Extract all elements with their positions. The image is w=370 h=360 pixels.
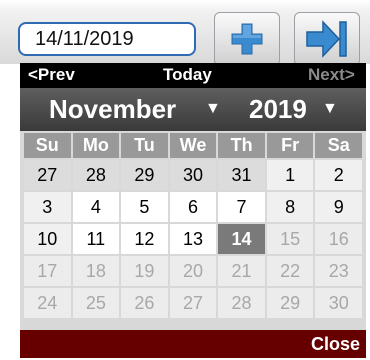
day-cell-disabled: 17 bbox=[24, 256, 71, 286]
day-cell-disabled: 16 bbox=[315, 224, 362, 254]
day-cell[interactable]: 12 bbox=[121, 224, 168, 254]
month-dropdown-arrow-icon[interactable]: ▼ bbox=[205, 100, 221, 118]
toolbar bbox=[0, 0, 370, 66]
day-grid: 27 28 29 30 31 1 2 3 4 5 6 7 8 9 10 11 1… bbox=[24, 160, 362, 318]
day-cell[interactable]: 8 bbox=[266, 192, 314, 222]
day-cell-selected[interactable]: 14 bbox=[218, 224, 265, 254]
day-cell-disabled: 20 bbox=[169, 256, 217, 286]
day-cell[interactable]: 3 bbox=[24, 192, 71, 222]
arrow-to-end-icon bbox=[305, 19, 349, 59]
weekday-fri: Fr bbox=[266, 133, 314, 158]
month-year-bar: November ▼ 2019 ▼ bbox=[20, 88, 366, 131]
day-cell-disabled: 18 bbox=[72, 256, 120, 286]
weekday-wed: We bbox=[169, 133, 217, 158]
next-month-link: Next> bbox=[308, 65, 355, 84]
day-cell-disabled: 23 bbox=[315, 256, 362, 286]
day-cell-disabled: 29 bbox=[266, 288, 314, 318]
weekday-tue: Tu bbox=[121, 133, 168, 158]
calendar-footer: Close bbox=[20, 330, 366, 358]
date-picker: <Prev Today Next> November ▼ 2019 ▼ Su M… bbox=[20, 63, 366, 358]
day-cell-prev-month[interactable]: 29 bbox=[121, 160, 168, 190]
day-cell-prev-month[interactable]: 28 bbox=[72, 160, 120, 190]
go-to-end-button[interactable] bbox=[294, 12, 360, 66]
day-cell-disabled: 22 bbox=[266, 256, 314, 286]
day-cell-disabled: 21 bbox=[218, 256, 265, 286]
day-cell[interactable]: 10 bbox=[24, 224, 71, 254]
weekday-thu: Th bbox=[218, 133, 265, 158]
day-cell-disabled: 27 bbox=[169, 288, 217, 318]
day-cell[interactable]: 9 bbox=[315, 192, 362, 222]
day-cell-disabled: 25 bbox=[72, 288, 120, 318]
day-cell-disabled: 26 bbox=[121, 288, 168, 318]
day-cell-prev-month[interactable]: 27 bbox=[24, 160, 71, 190]
year-select[interactable]: 2019 bbox=[249, 94, 307, 125]
month-select[interactable]: November bbox=[49, 94, 176, 125]
weekday-mon: Mo bbox=[72, 133, 120, 158]
day-cell[interactable]: 11 bbox=[72, 224, 120, 254]
day-cell-disabled: 30 bbox=[315, 288, 362, 318]
plus-icon bbox=[229, 21, 265, 57]
day-cell[interactable]: 7 bbox=[218, 192, 265, 222]
day-cell-prev-month[interactable]: 31 bbox=[218, 160, 265, 190]
day-cell[interactable]: 13 bbox=[169, 224, 217, 254]
day-cell[interactable]: 5 bbox=[121, 192, 168, 222]
prev-month-link[interactable]: <Prev bbox=[28, 65, 75, 85]
day-cell-disabled: 19 bbox=[121, 256, 168, 286]
day-cell[interactable]: 2 bbox=[315, 160, 362, 190]
weekday-sat: Sa bbox=[315, 133, 363, 158]
day-cell-prev-month[interactable]: 30 bbox=[169, 160, 217, 190]
year-dropdown-arrow-icon[interactable]: ▼ bbox=[322, 100, 338, 118]
day-cell-disabled: 24 bbox=[24, 288, 71, 318]
today-link[interactable]: Today bbox=[163, 65, 212, 85]
day-cell[interactable]: 6 bbox=[169, 192, 217, 222]
calendar-nav: <Prev Today Next> bbox=[20, 63, 366, 88]
weekday-sun: Su bbox=[24, 133, 71, 158]
add-button[interactable] bbox=[214, 12, 280, 66]
day-cell-disabled: 15 bbox=[266, 224, 314, 254]
date-input[interactable] bbox=[18, 22, 196, 56]
day-cell-disabled: 28 bbox=[218, 288, 265, 318]
close-button[interactable]: Close bbox=[311, 334, 360, 355]
day-cell[interactable]: 1 bbox=[266, 160, 314, 190]
weekday-header: Su Mo Tu We Th Fr Sa bbox=[20, 131, 366, 158]
day-cell[interactable]: 4 bbox=[72, 192, 120, 222]
